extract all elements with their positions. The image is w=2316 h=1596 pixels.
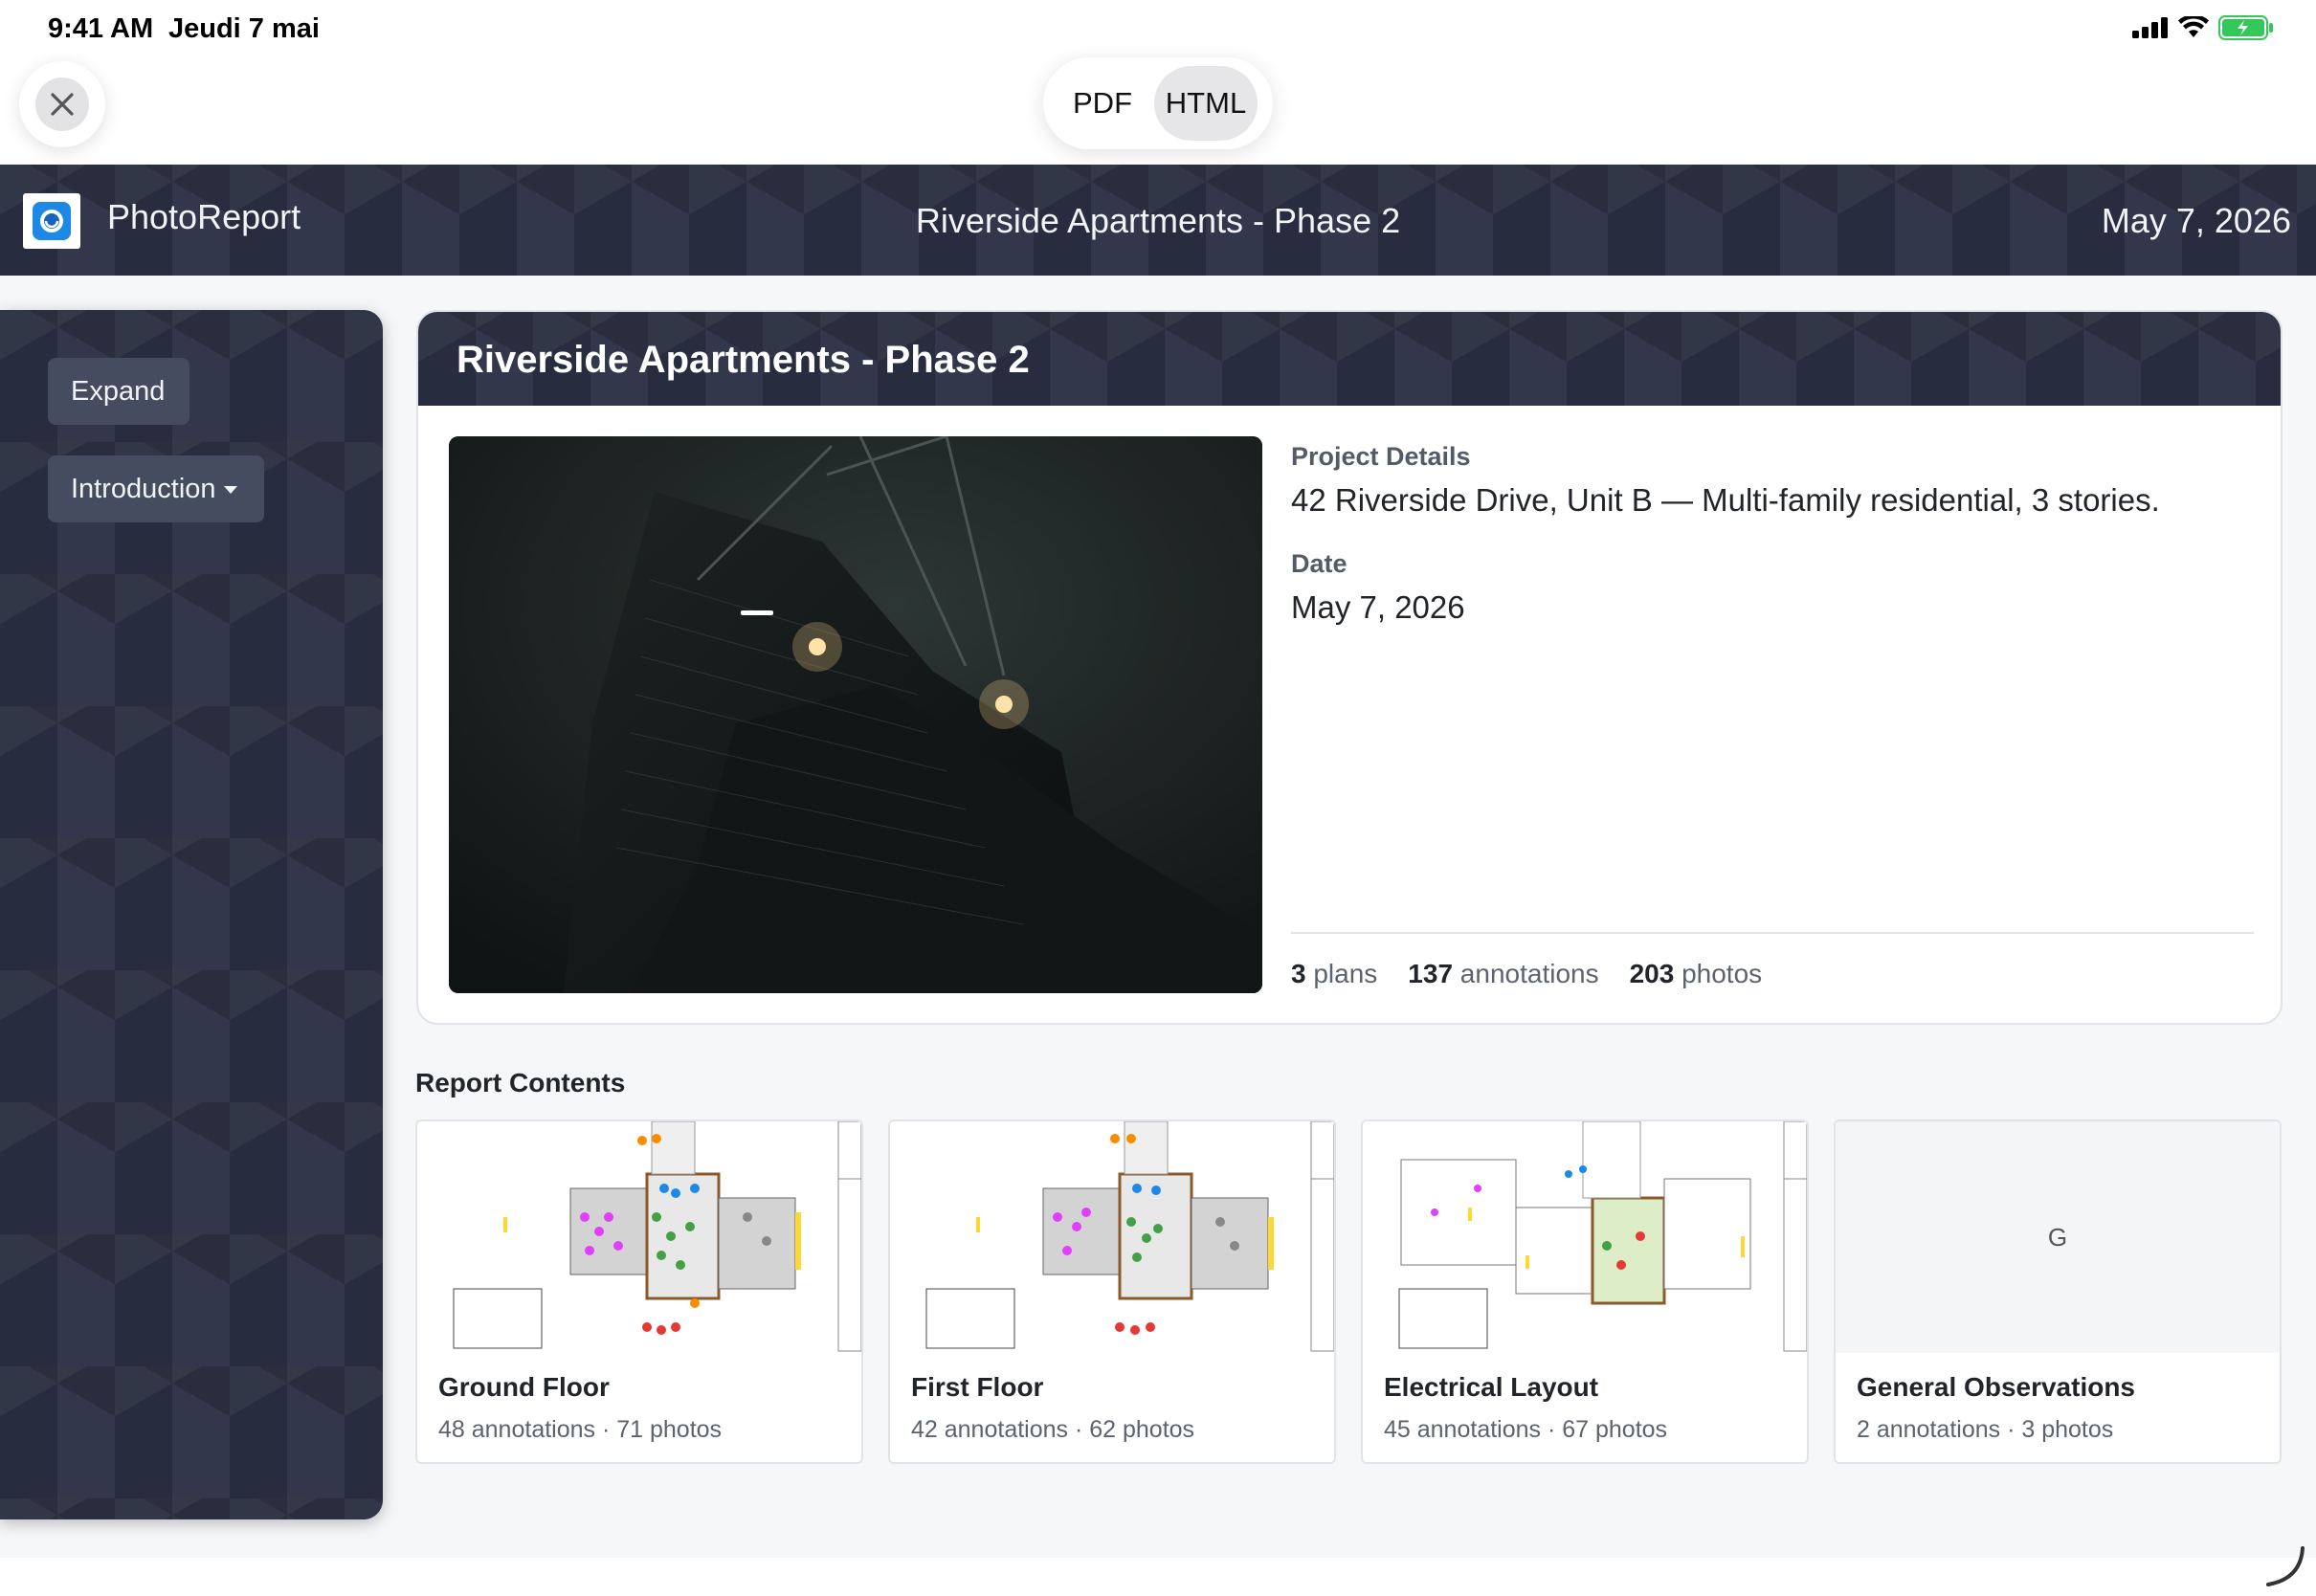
- project-stats: 3 plans 137 annotations 203 photos: [1291, 959, 1762, 989]
- floor-plan-thumbnail: [417, 1121, 861, 1353]
- plan-name: First Floor: [911, 1372, 1044, 1402]
- plan-card-general-observations[interactable]: G General Observations 2 annotations · 3…: [1834, 1119, 2282, 1464]
- annotations-stat: 137 annotations: [1408, 959, 1599, 988]
- project-details-label: Project Details: [1291, 442, 1471, 471]
- report-contents-title: Report Contents: [415, 1068, 626, 1097]
- plans-stat: 3 plans: [1291, 959, 1378, 988]
- project-hero-image: [449, 436, 1262, 993]
- plan-card-ground-floor[interactable]: Ground Floor 48 annotations · 71 photos: [415, 1119, 863, 1464]
- photos-stat: 203 photos: [1629, 959, 1763, 988]
- plan-card-electrical-layout[interactable]: Electrical Layout 45 annotations · 67 ph…: [1361, 1119, 1809, 1464]
- close-icon: [51, 93, 74, 116]
- section-dropdown[interactable]: Introduction: [48, 455, 264, 522]
- placeholder-letter: G: [2047, 1222, 2068, 1252]
- project-details-value: 42 Riverside Drive, Unit B — Multi-famil…: [1291, 482, 2160, 518]
- close-button[interactable]: [19, 61, 105, 147]
- plan-meta: 45 annotations · 67 photos: [1384, 1416, 1668, 1443]
- plan-meta: 2 annotations · 3 photos: [1857, 1416, 2114, 1443]
- date-value: May 7, 2026: [1291, 589, 1465, 625]
- date-label: Date: [1291, 549, 1347, 578]
- expand-button-label: Expand: [71, 375, 166, 407]
- signal-icon: [2132, 17, 2168, 38]
- plan-meta: 42 annotations · 62 photos: [911, 1416, 1195, 1443]
- plan-card-first-floor[interactable]: First Floor 42 annotations · 62 photos: [888, 1119, 1336, 1464]
- header-date: May 7, 2026: [2101, 201, 2291, 240]
- floor-plan-thumbnail: [890, 1121, 1334, 1353]
- wifi-icon: [2178, 16, 2209, 37]
- resize-handle-icon[interactable]: [2262, 1544, 2306, 1588]
- format-segmented-control: PDF HTML: [1043, 57, 1273, 149]
- project-title: Riverside Apartments - Phase 2: [457, 339, 1030, 381]
- placeholder-thumbnail: G: [1836, 1121, 2280, 1353]
- report-contents-grid: Ground Floor 48 annotations · 71 photos: [415, 1119, 2282, 1464]
- plan-meta: 48 annotations · 71 photos: [438, 1416, 723, 1443]
- plan-name: Ground Floor: [438, 1372, 610, 1402]
- pdf-tab[interactable]: PDF: [1051, 66, 1154, 141]
- status-bar: 9:41 AM Jeudi 7 mai: [0, 0, 2316, 61]
- expand-button[interactable]: Expand: [48, 358, 189, 425]
- close-button-inner: [35, 78, 89, 131]
- status-date: Jeudi 7 mai: [168, 13, 320, 44]
- floor-plan-thumbnail: [1363, 1121, 1807, 1353]
- header-project-title: Riverside Apartments - Phase 2: [915, 201, 1401, 240]
- bottom-bar: [0, 1546, 2316, 1596]
- plan-name: Electrical Layout: [1384, 1372, 1599, 1402]
- battery-icon: [2218, 15, 2273, 40]
- stats-divider: [1291, 932, 2254, 934]
- status-icons: [2132, 15, 2274, 40]
- html-tab[interactable]: HTML: [1154, 66, 1258, 141]
- project-card: Riverside Apartments - Phase 2 Project D…: [416, 310, 2283, 1025]
- section-dropdown-label: Introduction: [71, 473, 216, 504]
- project-card-header: Riverside Apartments - Phase 2: [418, 312, 2281, 406]
- caret-down-icon: [223, 486, 237, 494]
- status-time: 9:41 AM: [48, 13, 154, 44]
- plan-name: General Observations: [1857, 1372, 2136, 1402]
- app-header: PhotoReport Riverside Apartments - Phase…: [0, 165, 2316, 276]
